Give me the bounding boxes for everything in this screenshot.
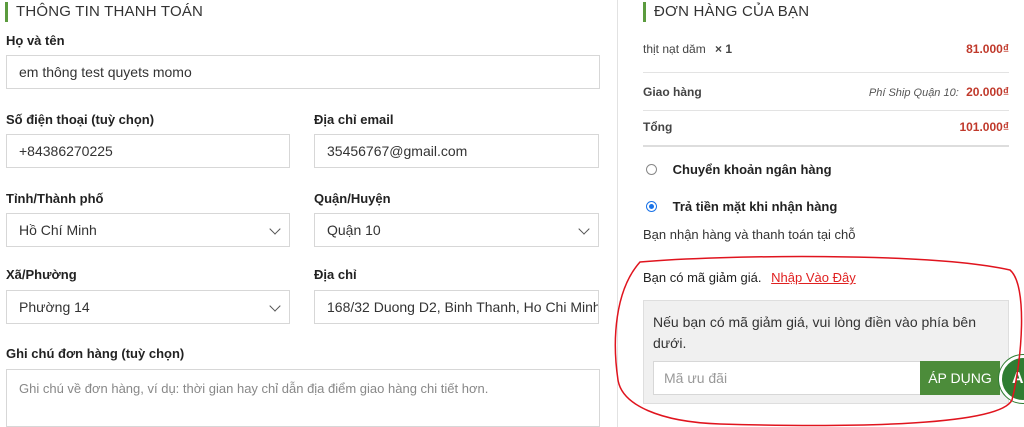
- floating-action-button-letter: A: [1012, 370, 1024, 387]
- apply-coupon-button[interactable]: ÁP DỤNG: [920, 361, 1000, 395]
- divider: [643, 110, 1009, 111]
- payment-cod-description: Bạn nhận hàng và thanh toán tại chỗ: [643, 227, 856, 242]
- coupon-prompt: Bạn có mã giảm giá. Nhập Vào Đây: [643, 270, 856, 285]
- divider: [643, 145, 1009, 147]
- radio-cod[interactable]: [646, 201, 657, 212]
- column-divider: [617, 0, 618, 427]
- chevron-down-icon: [269, 300, 281, 312]
- district-select[interactable]: Quận 10: [314, 213, 599, 247]
- payment-option-cod[interactable]: Trả tiền mặt khi nhận hàng: [646, 199, 837, 214]
- coupon-link[interactable]: Nhập Vào Đây: [771, 270, 856, 285]
- divider: [643, 72, 1009, 73]
- fullname-label: Họ và tên: [6, 33, 65, 48]
- order-item-row: thịt nạt dăm × 1 81.000₫: [643, 34, 1009, 64]
- order-item-name: thịt nạt dăm: [643, 42, 706, 56]
- order-item-name-wrap: thịt nạt dăm × 1: [643, 42, 732, 56]
- coupon-code-input[interactable]: Mã ưu đãi: [653, 361, 921, 395]
- order-item-qty: × 1: [715, 42, 733, 56]
- payment-option-cod-label: Trả tiền mặt khi nhận hàng: [672, 199, 838, 214]
- ward-label: Xã/Phường: [6, 267, 77, 282]
- order-note-textarea[interactable]: Ghi chú về đơn hàng, ví dụ: thời gian ha…: [6, 369, 600, 427]
- district-select-value: Quận 10: [327, 222, 381, 238]
- radio-bank[interactable]: [646, 164, 657, 175]
- city-select-value: Hồ Chí Minh: [19, 222, 97, 238]
- city-select[interactable]: Hồ Chí Minh: [6, 213, 290, 247]
- chevron-down-icon: [269, 223, 281, 235]
- total-row: Tổng 101.000₫: [643, 112, 1009, 142]
- phone-label: Số điện thoại (tuỳ chọn): [6, 112, 155, 127]
- ward-select[interactable]: Phường 14: [6, 290, 290, 324]
- coupon-prompt-text: Bạn có mã giảm giá.: [643, 270, 762, 285]
- city-label: Tỉnh/Thành phố: [6, 191, 104, 206]
- shipping-value: Phí Ship Quận 10: 20.000₫: [869, 85, 1009, 99]
- order-section-title: ĐƠN HÀNG CỦA BẠN: [643, 2, 809, 22]
- payment-option-bank-label: Chuyển khoản ngân hàng: [672, 162, 832, 177]
- address-field[interactable]: 168/32 Duong D2, Binh Thanh, Ho Chi Minh: [314, 290, 599, 324]
- shipping-price: 20.000₫: [966, 85, 1009, 99]
- phone-field[interactable]: +84386270225: [6, 134, 290, 168]
- shipping-label: Giao hàng: [643, 85, 702, 99]
- coupon-box-text: Nếu bạn có mã giảm giá, vui lòng điền và…: [653, 314, 976, 351]
- district-label: Quận/Huyện: [314, 191, 391, 206]
- fullname-field[interactable]: em thông test quyets momo: [6, 55, 600, 89]
- order-item-price: 81.000₫: [966, 42, 1009, 56]
- payment-option-bank[interactable]: Chuyển khoản ngân hàng: [646, 162, 832, 177]
- chevron-down-icon: [578, 223, 590, 235]
- shipping-row: Giao hàng Phí Ship Quận 10: 20.000₫: [643, 77, 1009, 107]
- email-label: Địa chỉ email: [314, 112, 394, 127]
- ward-select-value: Phường 14: [19, 299, 90, 315]
- email-field[interactable]: 35456767@gmail.com: [314, 134, 599, 168]
- total-value: 101.000₫: [959, 120, 1009, 134]
- total-label: Tổng: [643, 120, 673, 134]
- address-label: Địa chỉ: [314, 267, 357, 282]
- order-note-label: Ghi chú đơn hàng (tuỳ chọn): [6, 346, 185, 361]
- shipping-method: Phí Ship Quận 10:: [868, 87, 959, 99]
- billing-section-title: THÔNG TIN THANH TOÁN: [5, 2, 203, 22]
